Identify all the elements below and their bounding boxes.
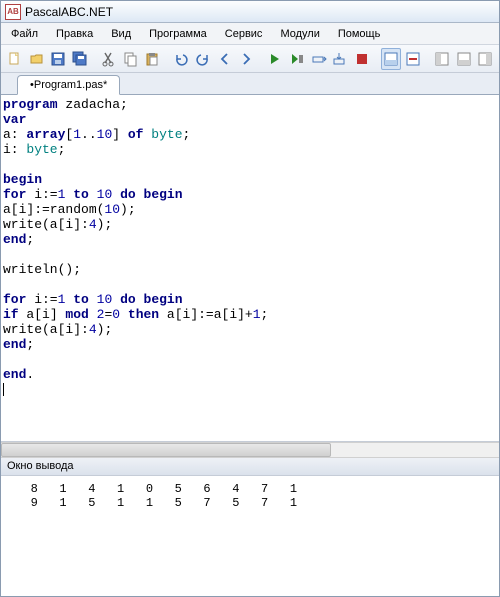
menu-программа[interactable]: Программа xyxy=(145,26,211,42)
stop-button[interactable] xyxy=(352,48,372,70)
output-panel[interactable]: 8 1 4 1 0 5 6 4 7 1 9 1 5 1 1 5 7 5 7 1 xyxy=(1,476,499,596)
cut-button[interactable] xyxy=(99,48,119,70)
save-all-button[interactable] xyxy=(70,48,90,70)
paste-button[interactable] xyxy=(142,48,162,70)
layout-pane-button-5[interactable] xyxy=(475,48,495,70)
layout-pane-button-3[interactable] xyxy=(432,48,452,70)
menu-сервис[interactable]: Сервис xyxy=(221,26,267,42)
new-file-button[interactable] xyxy=(5,48,25,70)
menubar: Файл Правка Вид Программа Сервис Модули Помощь xyxy=(1,23,499,45)
tab-program1[interactable]: •Program1.pas* xyxy=(17,75,120,95)
scrollbar-thumb[interactable] xyxy=(1,443,331,457)
menu-файл[interactable]: Файл xyxy=(7,26,42,42)
app-icon: AB xyxy=(5,4,21,20)
menu-помощь[interactable]: Помощь xyxy=(334,26,385,42)
layout-pane-button-2[interactable] xyxy=(403,48,423,70)
run-no-debug-button[interactable] xyxy=(287,48,307,70)
menu-правка[interactable]: Правка xyxy=(52,26,97,42)
app-title: PascalABC.NET xyxy=(25,5,113,19)
undo-button[interactable] xyxy=(171,48,191,70)
run-button[interactable] xyxy=(265,48,285,70)
output-title: Окно вывода xyxy=(7,460,74,472)
output-panel-header: Окно вывода xyxy=(1,458,499,476)
layout-pane-button-1[interactable] xyxy=(381,48,401,70)
editor-h-scrollbar[interactable] xyxy=(1,442,499,458)
nav-back-button[interactable] xyxy=(215,48,235,70)
copy-button[interactable] xyxy=(121,48,141,70)
nav-forward-button[interactable] xyxy=(236,48,256,70)
toolbar xyxy=(1,45,499,73)
menu-вид[interactable]: Вид xyxy=(107,26,135,42)
redo-button[interactable] xyxy=(193,48,213,70)
step-over-button[interactable] xyxy=(309,48,329,70)
menu-модули[interactable]: Модули xyxy=(276,26,323,42)
tab-label: •Program1.pas* xyxy=(30,79,107,91)
app-window: AB PascalABC.NET Файл Правка Вид Программа С… xyxy=(0,0,500,597)
open-button[interactable] xyxy=(27,48,47,70)
step-into-button[interactable] xyxy=(330,48,350,70)
save-button[interactable] xyxy=(48,48,68,70)
tab-bar: •Program1.pas* xyxy=(1,73,499,95)
code-editor[interactable]: program zadacha; var a: array[1..10] of … xyxy=(1,95,499,442)
titlebar: AB PascalABC.NET xyxy=(1,1,499,23)
layout-pane-button-4[interactable] xyxy=(454,48,474,70)
